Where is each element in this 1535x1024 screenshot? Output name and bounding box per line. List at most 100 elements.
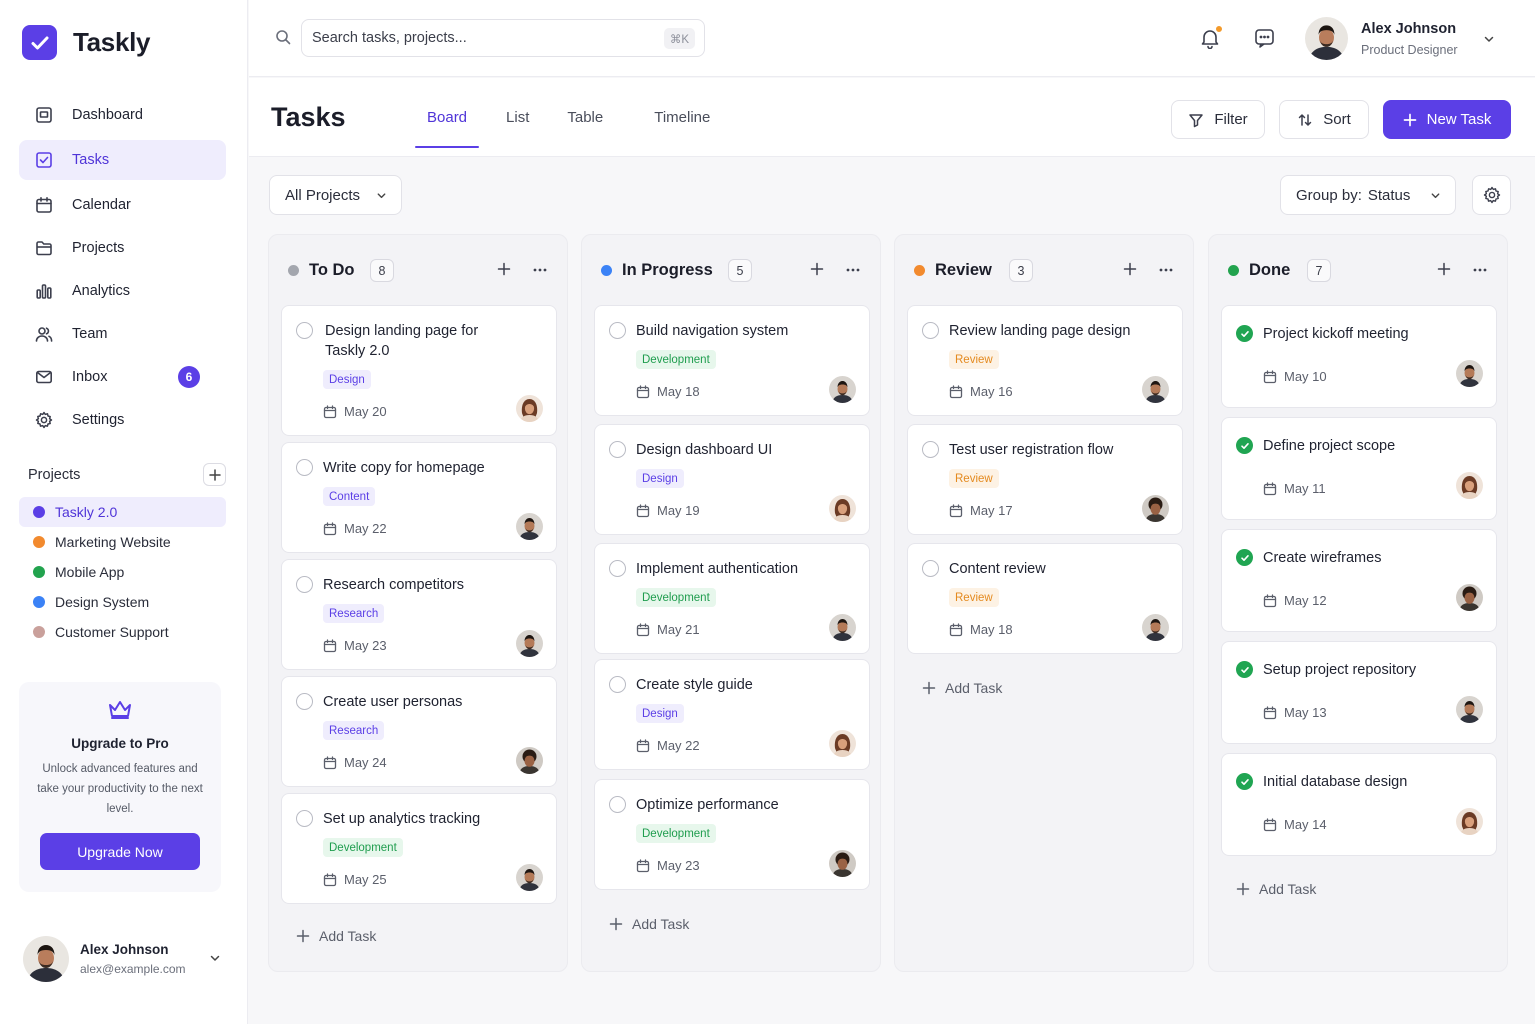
task-checkbox[interactable] bbox=[609, 560, 626, 577]
assignee-avatar[interactable] bbox=[1142, 614, 1169, 641]
task-card[interactable]: Setup project repository May 13 bbox=[1221, 641, 1497, 744]
assignee-avatar[interactable] bbox=[1456, 360, 1483, 387]
chat-icon[interactable] bbox=[1254, 28, 1275, 49]
sidebar-item-projects[interactable]: Projects bbox=[19, 228, 226, 268]
task-card[interactable]: Test user registration flow Review May 17 bbox=[907, 424, 1183, 535]
task-card[interactable]: Project kickoff meeting May 10 bbox=[1221, 305, 1497, 408]
task-card[interactable]: Define project scope May 11 bbox=[1221, 417, 1497, 520]
sidebar-item-team[interactable]: Team bbox=[19, 314, 226, 354]
task-checkbox[interactable] bbox=[296, 322, 313, 339]
task-checkbox[interactable] bbox=[922, 322, 939, 339]
task-card[interactable]: Create wireframes May 12 bbox=[1221, 529, 1497, 632]
assignee-avatar[interactable] bbox=[516, 864, 543, 891]
assignee-avatar[interactable] bbox=[1142, 376, 1169, 403]
assignee-avatar[interactable] bbox=[1142, 495, 1169, 522]
task-checkbox[interactable] bbox=[296, 810, 313, 827]
add-task-button[interactable]: Add Task bbox=[296, 928, 376, 944]
task-checkbox[interactable] bbox=[609, 322, 626, 339]
assignee-avatar[interactable] bbox=[829, 850, 856, 877]
task-checkbox[interactable] bbox=[922, 441, 939, 458]
sidebar-item-calendar[interactable]: Calendar bbox=[19, 185, 226, 225]
assignee-avatar[interactable] bbox=[516, 747, 543, 774]
task-card[interactable]: Set up analytics tracking Development May … bbox=[281, 793, 557, 904]
task-checkbox[interactable] bbox=[922, 560, 939, 577]
column-more-button[interactable] bbox=[1473, 268, 1487, 272]
sort-button[interactable]: Sort bbox=[1279, 100, 1369, 139]
sidebar-user-menu[interactable]: Alex Johnson alex@example.com bbox=[23, 936, 228, 982]
sidebar-item-inbox[interactable]: Inbox 6 bbox=[19, 357, 226, 397]
task-checkbox[interactable] bbox=[609, 441, 626, 458]
tab-list[interactable]: List bbox=[506, 78, 529, 157]
add-project-button[interactable] bbox=[203, 463, 226, 486]
task-complete-checkbox[interactable] bbox=[1236, 437, 1253, 454]
filter-button[interactable]: Filter bbox=[1171, 100, 1265, 139]
upgrade-now-button[interactable]: Upgrade Now bbox=[40, 833, 200, 870]
task-card[interactable]: Write copy for homepage Content May 22 bbox=[281, 442, 557, 553]
task-checkbox[interactable] bbox=[296, 693, 313, 710]
task-checkbox[interactable] bbox=[609, 796, 626, 813]
add-task-button[interactable]: Add Task bbox=[1236, 881, 1316, 897]
task-card[interactable]: Build navigation system Development May 18 bbox=[594, 305, 870, 416]
assignee-avatar[interactable] bbox=[829, 614, 856, 641]
sidebar-project-taskly[interactable]: Taskly 2.0 bbox=[19, 497, 226, 527]
sidebar-item-tasks[interactable]: Tasks bbox=[19, 140, 226, 180]
sidebar-item-dashboard[interactable]: Dashboard bbox=[19, 95, 226, 135]
project-filter-dropdown[interactable]: All Projects bbox=[269, 175, 402, 215]
assignee-avatar[interactable] bbox=[829, 376, 856, 403]
top-user-menu[interactable]: Alex Johnson Product Designer bbox=[1305, 17, 1494, 60]
column-more-button[interactable] bbox=[1159, 268, 1173, 272]
task-card[interactable]: Content review Review May 18 bbox=[907, 543, 1183, 654]
sidebar-project-marketing[interactable]: Marketing Website bbox=[19, 527, 226, 557]
assignee-avatar[interactable] bbox=[829, 730, 856, 757]
task-complete-checkbox[interactable] bbox=[1236, 549, 1253, 566]
add-task-button[interactable]: Add Task bbox=[922, 680, 1002, 696]
assignee-avatar[interactable] bbox=[516, 395, 543, 422]
column-count-badge: 8 bbox=[370, 259, 394, 282]
board-settings-button[interactable] bbox=[1472, 175, 1511, 215]
column-add-button[interactable] bbox=[497, 262, 511, 276]
task-card[interactable]: Initial database design May 14 bbox=[1221, 753, 1497, 856]
sidebar-item-settings[interactable]: Settings bbox=[19, 400, 226, 440]
task-card[interactable]: Research competitors Research May 23 bbox=[281, 559, 557, 670]
assignee-avatar[interactable] bbox=[1456, 584, 1483, 611]
task-card[interactable]: Optimize performance Development May 23 bbox=[594, 779, 870, 890]
task-complete-checkbox[interactable] bbox=[1236, 325, 1253, 342]
sidebar-item-analytics[interactable]: Analytics bbox=[19, 271, 226, 311]
task-checkbox[interactable] bbox=[296, 459, 313, 476]
column-add-button[interactable] bbox=[1123, 262, 1137, 276]
assignee-avatar[interactable] bbox=[1456, 472, 1483, 499]
new-task-button[interactable]: New Task bbox=[1383, 100, 1511, 139]
task-card[interactable]: Design landing page for Taskly 2.0 Design… bbox=[281, 305, 557, 436]
tab-board[interactable]: Board bbox=[415, 78, 480, 157]
task-checkbox[interactable] bbox=[609, 676, 626, 693]
task-complete-checkbox[interactable] bbox=[1236, 773, 1253, 790]
assignee-avatar[interactable] bbox=[1456, 808, 1483, 835]
tab-table[interactable]: Table bbox=[567, 78, 603, 157]
assignee-avatar[interactable] bbox=[516, 513, 543, 540]
assignee-avatar[interactable] bbox=[829, 495, 856, 522]
due-date-text: May 14 bbox=[1284, 817, 1327, 832]
add-task-button[interactable]: Add Task bbox=[609, 916, 689, 932]
column-more-button[interactable] bbox=[533, 268, 547, 272]
task-checkbox[interactable] bbox=[296, 576, 313, 593]
sidebar-project-support[interactable]: Customer Support bbox=[19, 617, 226, 647]
assignee-avatar[interactable] bbox=[516, 630, 543, 657]
task-card[interactable]: Create user personas Research May 24 bbox=[281, 676, 557, 787]
sidebar-project-design-system[interactable]: Design System bbox=[19, 587, 226, 617]
task-complete-checkbox[interactable] bbox=[1236, 661, 1253, 678]
column-add-button[interactable] bbox=[810, 262, 824, 276]
task-card[interactable]: Review landing page design Review May 16 bbox=[907, 305, 1183, 416]
search-input[interactable] bbox=[312, 30, 652, 46]
group-by-dropdown[interactable]: Group by: Status bbox=[1280, 175, 1456, 215]
task-card[interactable]: Design dashboard UI Design May 19 bbox=[594, 424, 870, 535]
task-card[interactable]: Implement authentication Development May 2… bbox=[594, 543, 870, 654]
app-logo[interactable]: Taskly bbox=[22, 25, 151, 60]
project-filter-value: All Projects bbox=[285, 186, 361, 204]
tab-timeline[interactable]: Timeline bbox=[654, 78, 710, 157]
task-due-date: May 17 bbox=[949, 503, 1013, 518]
task-card[interactable]: Create style guide Design May 22 bbox=[594, 659, 870, 770]
assignee-avatar[interactable] bbox=[1456, 696, 1483, 723]
column-add-button[interactable] bbox=[1437, 262, 1451, 276]
column-more-button[interactable] bbox=[846, 268, 860, 272]
sidebar-project-mobile[interactable]: Mobile App bbox=[19, 557, 226, 587]
